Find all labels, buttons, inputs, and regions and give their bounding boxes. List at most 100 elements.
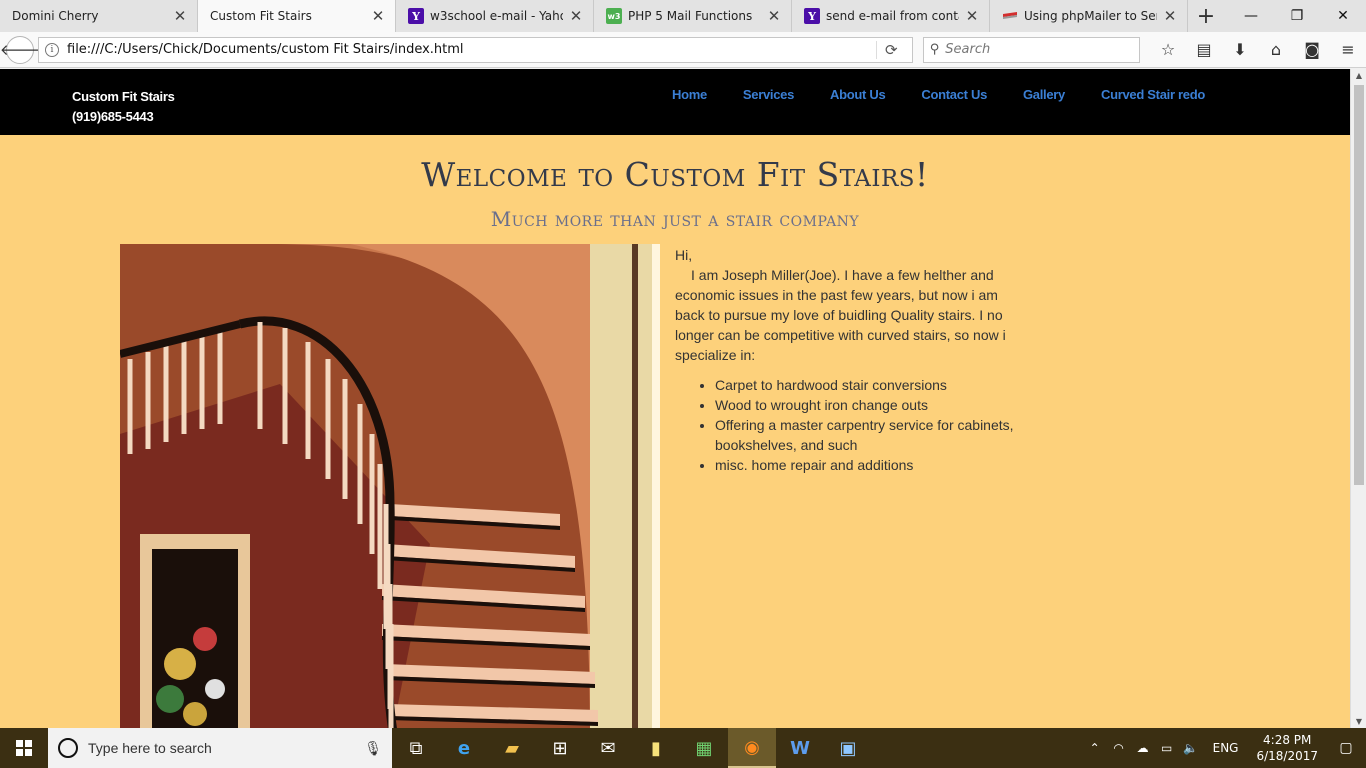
taskbar-search[interactable]: Type here to search 🎙 bbox=[48, 728, 392, 768]
mail-icon[interactable]: ✉ bbox=[584, 728, 632, 768]
nav-link-contact-us[interactable]: Contact Us bbox=[921, 87, 987, 102]
nav-link-gallery[interactable]: Gallery bbox=[1023, 87, 1065, 102]
minimize-button[interactable]: — bbox=[1228, 0, 1274, 32]
nav-toolbar: 🡐 i file:///C:/Users/Chick/Documents/cus… bbox=[0, 32, 1366, 68]
toolbar-icons: ☆ ▤ ⬇ ⌂ ◙ ≡ bbox=[1150, 40, 1366, 59]
site-header: Custom Fit Stairs (919)685-5443 Home Ser… bbox=[0, 69, 1350, 135]
brand-name: Custom Fit Stairs bbox=[72, 89, 175, 104]
word-icon[interactable]: W bbox=[776, 728, 824, 768]
notifications-icon[interactable]: ▢ bbox=[1326, 740, 1366, 756]
restore-button[interactable]: ❐ bbox=[1274, 0, 1320, 32]
greeting: Hi, bbox=[675, 247, 693, 263]
tab-send-email[interactable]: Y send e-mail from contac ✕ bbox=[792, 0, 990, 32]
brand: Custom Fit Stairs (919)685-5443 bbox=[72, 87, 175, 127]
cortana-icon bbox=[58, 738, 78, 758]
close-icon[interactable]: ✕ bbox=[173, 7, 187, 25]
nav-link-curved-stair-redo[interactable]: Curved Stair redo bbox=[1101, 87, 1205, 102]
start-button[interactable] bbox=[0, 728, 48, 768]
window-controls: — ❐ ✕ bbox=[1228, 0, 1366, 32]
intro-text: Hi, I am Joseph Miller(Joe). I have a fe… bbox=[675, 245, 1025, 475]
site-nav: Home Services About Us Contact Us Galler… bbox=[636, 87, 1205, 102]
star-icon[interactable]: ☆ bbox=[1150, 40, 1186, 59]
clock-date: 6/18/2017 bbox=[1256, 749, 1318, 763]
tab-phpmailer[interactable]: Using phpMailer to Send ✕ bbox=[990, 0, 1188, 32]
wifi-icon[interactable]: ◠ bbox=[1107, 741, 1131, 755]
tab-php-mail[interactable]: w3 PHP 5 Mail Functions ✕ bbox=[594, 0, 792, 32]
task-view-icon[interactable]: ⧉ bbox=[392, 728, 440, 768]
scroll-thumb[interactable] bbox=[1354, 85, 1364, 485]
close-icon[interactable]: ✕ bbox=[371, 7, 385, 25]
site-icon bbox=[1002, 8, 1018, 24]
language-indicator[interactable]: ENG bbox=[1203, 741, 1249, 755]
system-tray: ⌃ ◠ ☁ ▭ 🔈 ENG 4:28 PM 6/18/2017 ▢ bbox=[1083, 728, 1366, 768]
services-list: Carpet to hardwood stair conversions Woo… bbox=[675, 375, 1025, 475]
tab-w3school-email[interactable]: Y w3school e-mail - Yahoo ✕ bbox=[396, 0, 594, 32]
tab-label: w3school e-mail - Yahoo bbox=[430, 9, 563, 23]
nav-link-services[interactable]: Services bbox=[743, 87, 794, 102]
chevron-up-icon[interactable]: ⌃ bbox=[1083, 741, 1107, 755]
pocket-icon[interactable]: ◙ bbox=[1294, 40, 1330, 59]
tab-label: send e-mail from contac bbox=[826, 9, 959, 23]
file-explorer-icon[interactable]: ▰ bbox=[488, 728, 536, 768]
taskbar: Type here to search 🎙 ⧉ e ▰ ⊞ ✉ ▮ ▦ ◉ W … bbox=[0, 728, 1366, 768]
menu-icon[interactable]: ≡ bbox=[1330, 40, 1366, 59]
clock-time: 4:28 PM bbox=[1263, 733, 1312, 747]
search-input[interactable]: ⚲ Search bbox=[922, 36, 1140, 63]
reload-icon[interactable]: ⟳ bbox=[875, 40, 906, 59]
reader-icon[interactable]: ▤ bbox=[1186, 40, 1222, 59]
nav-link-about-us[interactable]: About Us bbox=[830, 87, 886, 102]
search-icon: ⚲ bbox=[929, 42, 940, 57]
microphone-icon[interactable]: 🎙 bbox=[364, 740, 382, 757]
vertical-scrollbar[interactable]: ▲ ▼ bbox=[1350, 69, 1366, 728]
onedrive-icon[interactable]: ☁ bbox=[1131, 741, 1155, 755]
new-tab-button[interactable]: + bbox=[1188, 0, 1224, 32]
firefox-icon[interactable]: ◉ bbox=[728, 728, 776, 768]
taskbar-search-placeholder: Type here to search bbox=[88, 740, 212, 756]
list-item: Offering a master carpentry service for … bbox=[715, 415, 1025, 455]
page-title: Welcome to Custom Fit Stairs! bbox=[421, 155, 929, 194]
list-item: Carpet to hardwood stair conversions bbox=[715, 375, 1025, 395]
download-icon[interactable]: ⬇ bbox=[1222, 40, 1258, 59]
yahoo-icon: Y bbox=[804, 8, 820, 24]
scroll-down-icon[interactable]: ▼ bbox=[1351, 717, 1366, 726]
clock[interactable]: 4:28 PM 6/18/2017 bbox=[1248, 732, 1326, 764]
sticky-notes-icon[interactable]: ▮ bbox=[632, 728, 680, 768]
close-icon[interactable]: ✕ bbox=[965, 7, 979, 25]
url-text[interactable]: file:///C:/Users/Chick/Documents/custom … bbox=[67, 42, 876, 57]
url-bar[interactable]: i file:///C:/Users/Chick/Documents/custo… bbox=[38, 36, 913, 63]
project-icon[interactable]: ▦ bbox=[680, 728, 728, 768]
staircase-photo bbox=[120, 244, 660, 728]
w3schools-icon: w3 bbox=[606, 8, 622, 24]
store-icon[interactable]: ⊞ bbox=[536, 728, 584, 768]
close-icon[interactable]: ✕ bbox=[569, 7, 583, 25]
tab-label: Custom Fit Stairs bbox=[210, 9, 312, 23]
volume-icon[interactable]: 🔈 bbox=[1179, 741, 1203, 755]
close-window-button[interactable]: ✕ bbox=[1320, 0, 1366, 32]
tab-label: Domini Cherry bbox=[12, 9, 99, 23]
search-placeholder: Search bbox=[945, 42, 991, 57]
scroll-up-icon[interactable]: ▲ bbox=[1351, 71, 1366, 80]
yahoo-icon: Y bbox=[408, 8, 424, 24]
close-icon[interactable]: ✕ bbox=[1163, 7, 1177, 25]
list-item: misc. home repair and additions bbox=[715, 455, 1025, 475]
back-button[interactable]: 🡐 bbox=[0, 35, 40, 64]
tab-label: Using phpMailer to Send bbox=[1024, 9, 1157, 23]
taskbar-apps: ⧉ e ▰ ⊞ ✉ ▮ ▦ ◉ W ▣ bbox=[392, 728, 872, 768]
info-icon[interactable]: i bbox=[45, 42, 59, 57]
tab-label: PHP 5 Mail Functions bbox=[628, 9, 753, 23]
tab-custom-fit-stairs[interactable]: Custom Fit Stairs ✕ bbox=[198, 0, 396, 32]
page-subtitle: Much more than just a stair company bbox=[490, 207, 860, 231]
tab-domini-cherry[interactable]: Domini Cherry ✕ bbox=[0, 0, 198, 32]
intro-paragraph: I am Joseph Miller(Joe). I have a few he… bbox=[675, 267, 1006, 363]
page-viewport: Custom Fit Stairs (919)685-5443 Home Ser… bbox=[0, 69, 1350, 728]
home-icon[interactable]: ⌂ bbox=[1258, 40, 1294, 59]
brand-phone: (919)685-5443 bbox=[72, 109, 154, 124]
close-icon[interactable]: ✕ bbox=[767, 7, 781, 25]
photos-icon[interactable]: ▣ bbox=[824, 728, 872, 768]
windows-icon bbox=[16, 740, 32, 756]
battery-icon[interactable]: ▭ bbox=[1155, 741, 1179, 755]
tab-strip: Domini Cherry ✕ Custom Fit Stairs ✕ Y w3… bbox=[0, 0, 1366, 32]
nav-link-home[interactable]: Home bbox=[672, 87, 707, 102]
list-item: Wood to wrought iron change outs bbox=[715, 395, 1025, 415]
edge-icon[interactable]: e bbox=[440, 728, 488, 768]
